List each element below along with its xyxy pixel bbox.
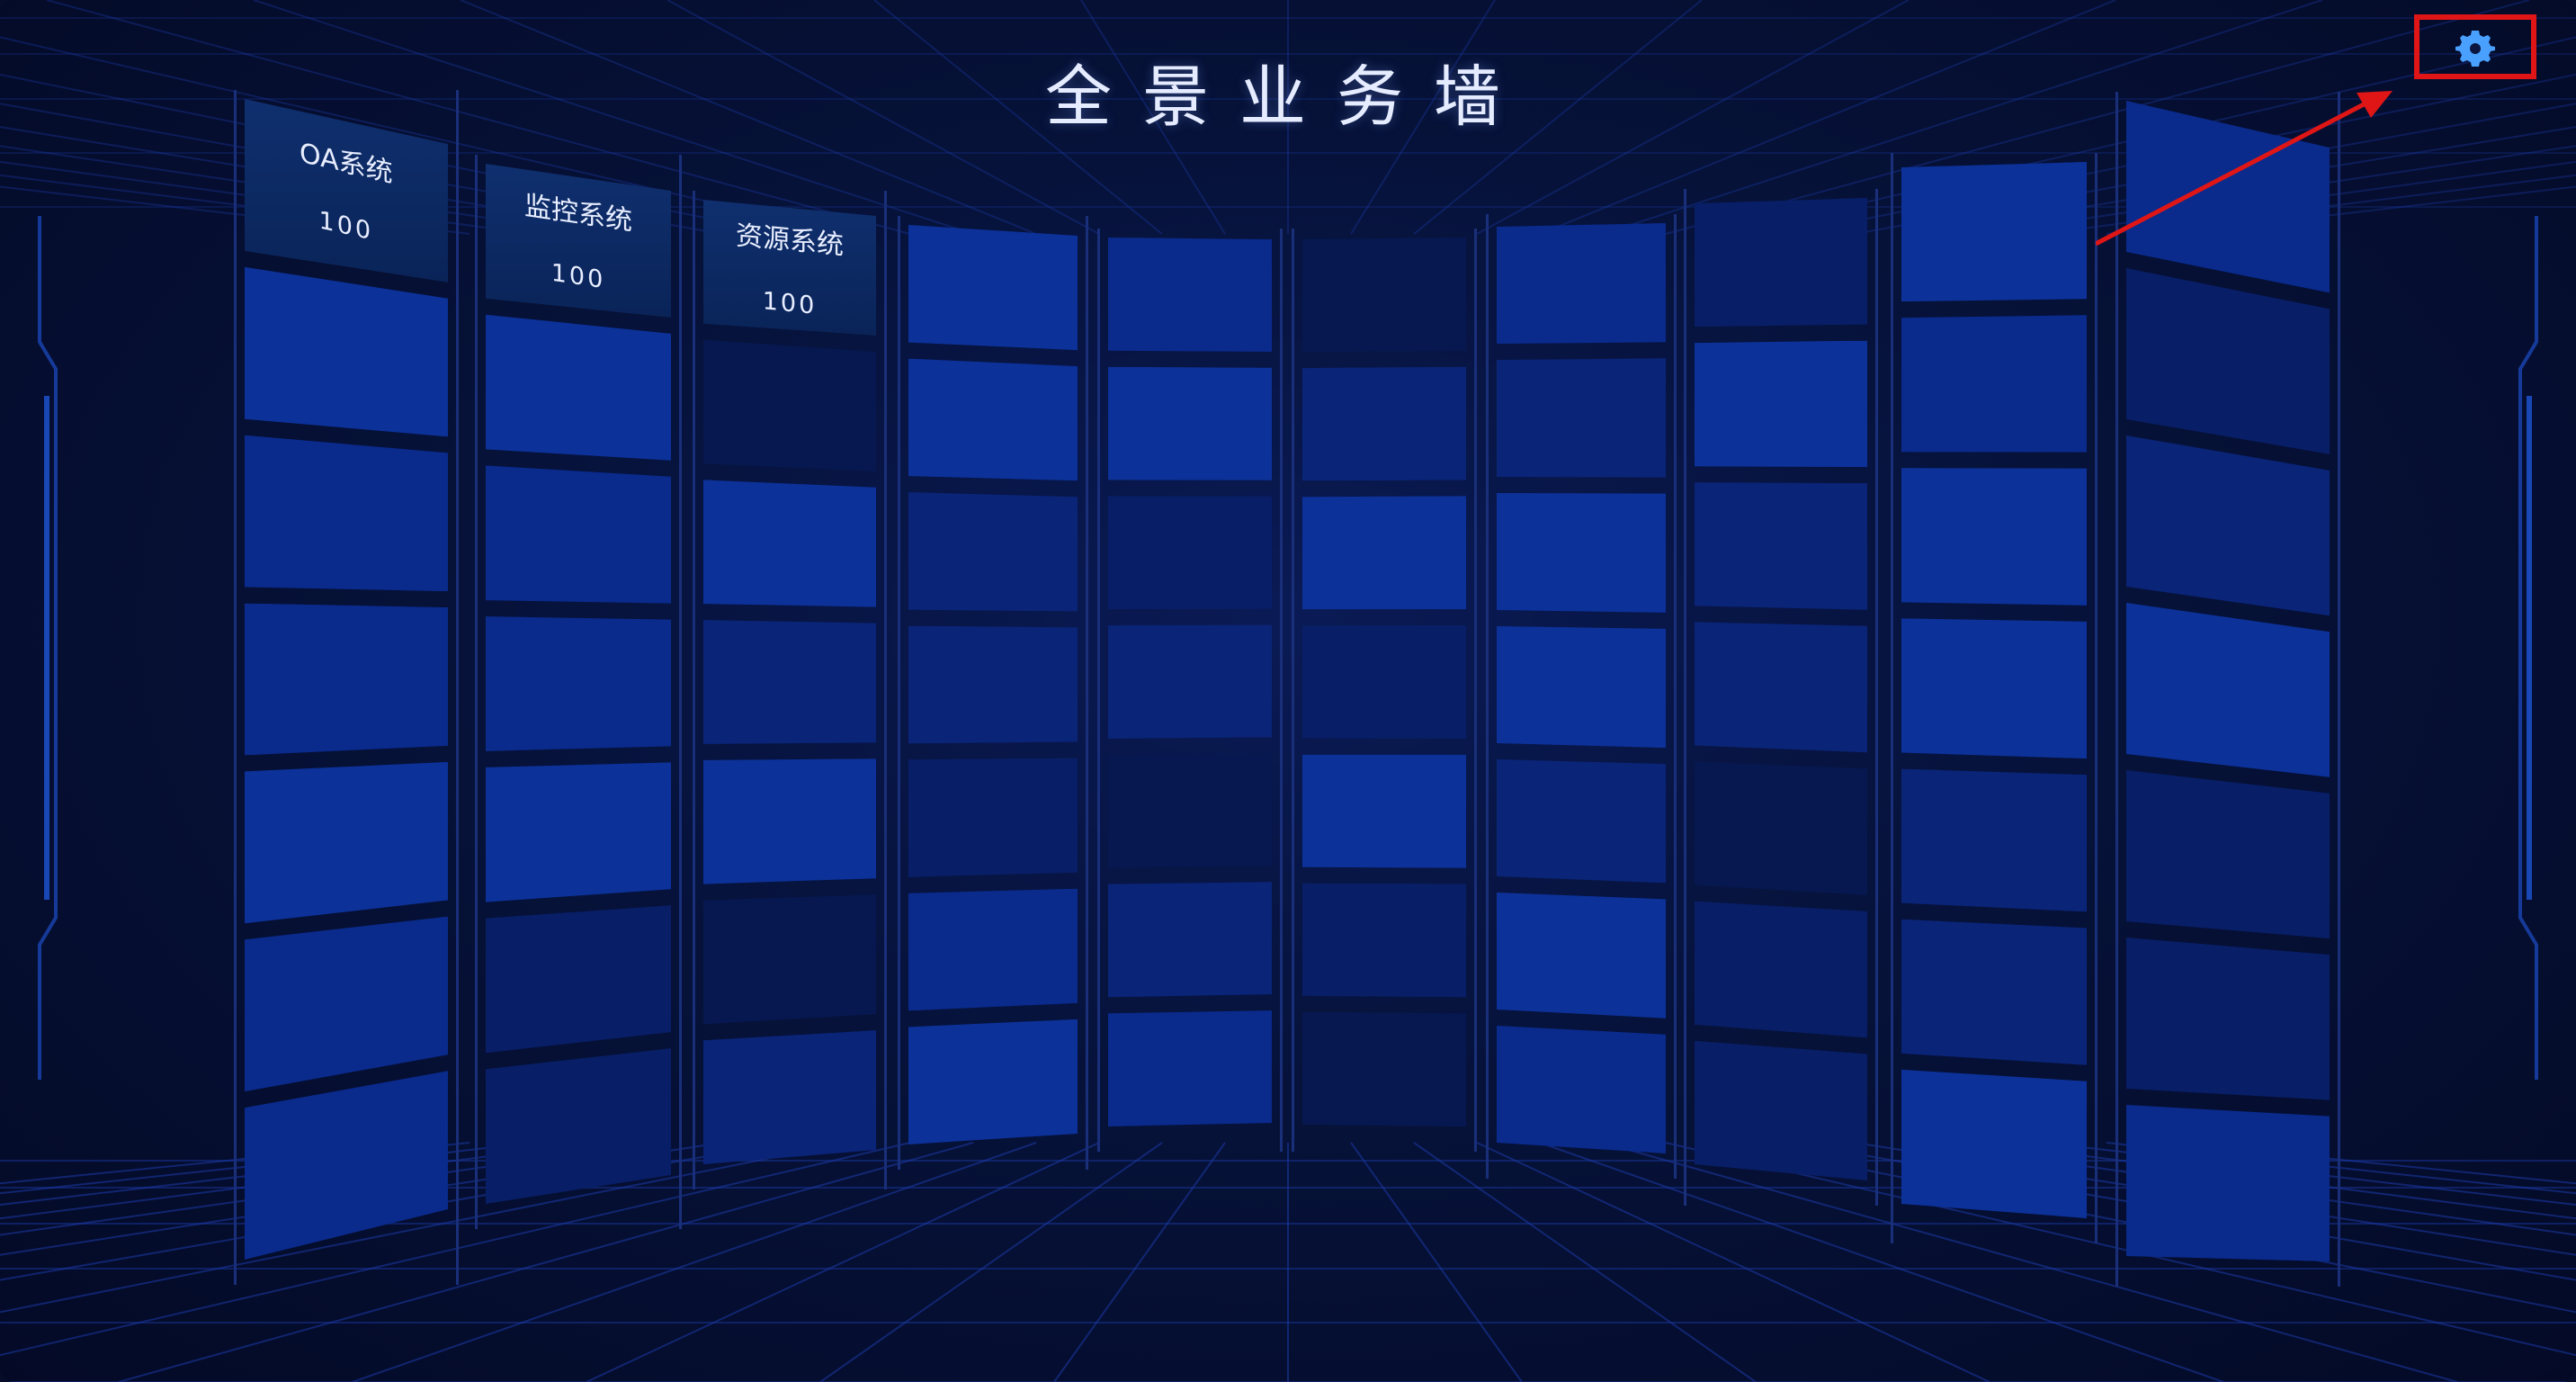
wall-screen-tile[interactable] [1497, 358, 1666, 478]
gear-icon [2455, 31, 2495, 67]
system-tile-content: 监控系统 100 [524, 183, 632, 298]
wall-screen-tile[interactable] [703, 758, 876, 884]
wall-screen-tile[interactable] [1497, 493, 1666, 613]
system-tile-name: 资源系统 [736, 220, 844, 262]
wall-screen-tile[interactable] [703, 894, 876, 1025]
wall-screen-tile[interactable] [1497, 893, 1666, 1019]
wall-screen-tile[interactable] [1108, 882, 1272, 998]
wall-screen-tile[interactable] [1695, 482, 1867, 610]
wall-screen-tile[interactable] [1108, 366, 1272, 480]
wall-screen-tile[interactable] [1108, 624, 1272, 739]
wall-screen-tile[interactable] [908, 758, 1078, 877]
wall-screen-tile[interactable] [1901, 468, 2087, 606]
wall-screen-tile[interactable] [1901, 1069, 2087, 1218]
wall-screen-tile[interactable] [486, 314, 671, 461]
wall-screen-tile[interactable] [2126, 603, 2330, 777]
app-canvas: 全景业务墙 OA系统 100 监控系统 100 资源系统 100 [0, 0, 2576, 1382]
wall-screen-tile[interactable] [486, 465, 671, 604]
wall-screen-tile[interactable] [486, 905, 671, 1054]
wall-screen-tile[interactable] [703, 620, 876, 744]
wall-screen-tile[interactable] [1695, 761, 1867, 895]
wall-screen-tile[interactable] [1497, 626, 1666, 749]
system-tile-count: 100 [550, 258, 606, 295]
wall-screen-tile[interactable] [703, 339, 876, 471]
wall-screen-tile[interactable] [1302, 754, 1466, 868]
wall-screen-tile[interactable] [1695, 622, 1867, 753]
wall-screen-tile[interactable] [1302, 366, 1466, 481]
wall-screen-tile[interactable] [1302, 625, 1466, 739]
wall-screen-tile[interactable] [908, 225, 1078, 351]
wall-screen-tile[interactable] [2126, 1105, 2330, 1261]
wall-screen-tile[interactable] [245, 435, 448, 592]
wall-screen-tile[interactable] [1302, 883, 1466, 998]
system-tile[interactable]: 资源系统 100 [703, 200, 876, 336]
wall-screen-tile[interactable] [908, 888, 1078, 1011]
wall-screen-tile[interactable] [2126, 770, 2330, 939]
wall-screen-tile[interactable] [908, 625, 1078, 744]
settings-button[interactable] [2414, 14, 2536, 79]
system-tile-content: OA系统 100 [300, 130, 393, 251]
system-tile-content: 资源系统 100 [736, 212, 844, 322]
annotation-arrow [2096, 91, 2393, 247]
wall-screen-tile[interactable] [1302, 238, 1466, 353]
system-tile-name: OA系统 [300, 137, 393, 190]
wall-screen-tile[interactable] [1901, 768, 2087, 912]
wall-screen-tile[interactable] [1108, 1010, 1272, 1126]
wall-screen-tile[interactable] [1302, 1011, 1466, 1126]
wall-screen-tile[interactable] [1302, 496, 1466, 610]
wall-screen-tile[interactable] [1695, 340, 1867, 468]
wall-screen-tile[interactable] [2126, 938, 2330, 1100]
wall-screen-tile[interactable] [245, 761, 448, 924]
system-tile-count: 100 [762, 287, 818, 320]
wall-screen-tile[interactable] [1901, 618, 2087, 759]
wall-screen-tile[interactable] [486, 762, 671, 902]
wall-screen-tile[interactable] [908, 1019, 1078, 1144]
wall-screen-tile[interactable] [1497, 759, 1666, 884]
wall-screen-tile[interactable] [1108, 238, 1272, 352]
system-tile-name: 监控系统 [524, 190, 632, 238]
wall-screen-tile[interactable] [1901, 315, 2087, 453]
wall-screen-tile[interactable] [908, 358, 1078, 481]
wall-screen-tile[interactable] [1695, 901, 1867, 1038]
wall-screen-tile[interactable] [1901, 162, 2087, 302]
wall-screen-tile[interactable] [1108, 753, 1272, 868]
wall-screen-tile[interactable] [486, 616, 671, 751]
wall-screen-tile[interactable] [1497, 223, 1666, 344]
wall-screen-tile[interactable] [1497, 1026, 1666, 1153]
wall-screen-tile[interactable] [1901, 919, 2087, 1065]
wall-screen-tile[interactable] [1108, 496, 1272, 610]
wall-screen-tile[interactable] [703, 1030, 876, 1164]
wall-screen-tile[interactable] [703, 480, 876, 607]
wall-screen-tile[interactable] [1695, 198, 1867, 328]
wall-screen-tile[interactable] [245, 603, 448, 756]
system-tile-count: 100 [318, 206, 374, 247]
system-tile[interactable]: 监控系统 100 [486, 164, 671, 318]
wall-screen-tile[interactable] [908, 492, 1078, 612]
wall-screen-tile[interactable] [1695, 1040, 1867, 1180]
